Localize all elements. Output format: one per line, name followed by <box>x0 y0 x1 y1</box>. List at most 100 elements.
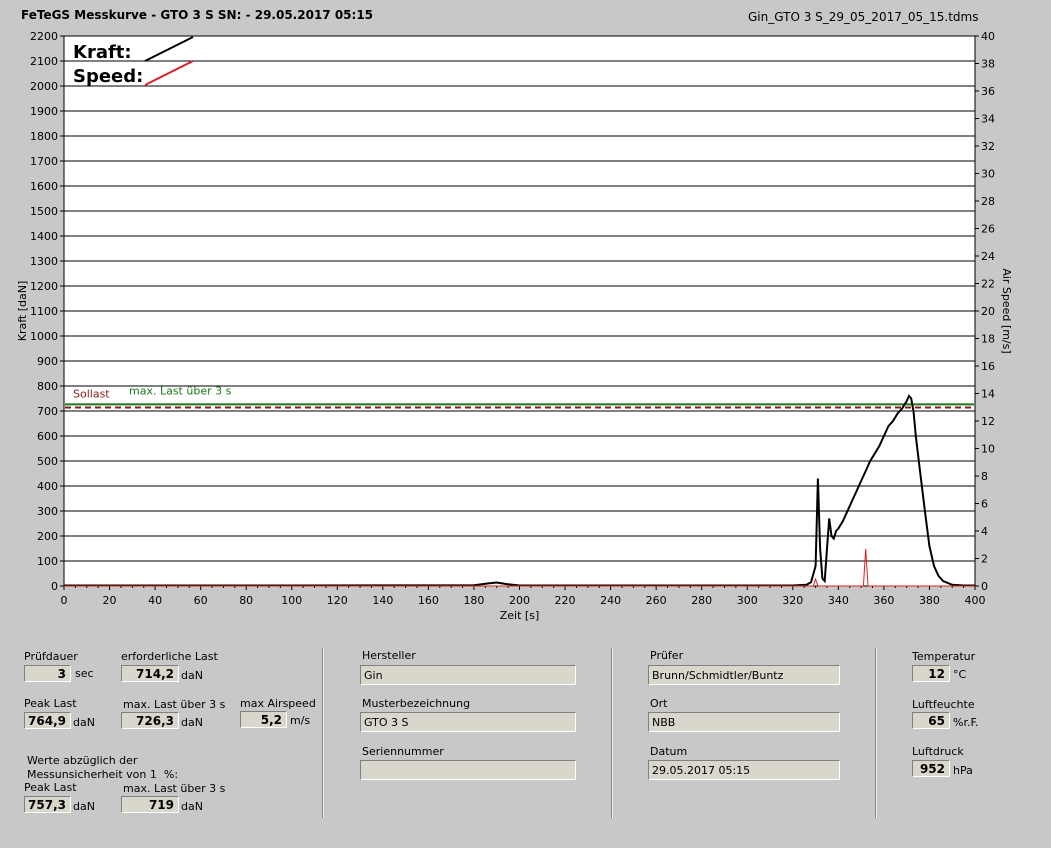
pruefer-label: Prüfer <box>650 649 684 662</box>
y-tick-label: 900 <box>37 355 58 368</box>
y-tick-label: 800 <box>37 380 58 393</box>
max-last-corr-value: 719 <box>121 796 179 813</box>
separator-2 <box>611 648 613 818</box>
y-tick-label: 700 <box>37 405 58 418</box>
max-airspeed-value: 5,2 <box>240 711 287 728</box>
y-tick-label: 1100 <box>30 305 58 318</box>
y-tick-label: 1400 <box>30 230 58 243</box>
x-tick-label: 320 <box>782 594 803 607</box>
luftfeuchte-value: 65 <box>912 712 950 729</box>
musterbezeichnung-field: GTO 3 S <box>360 712 576 732</box>
temperatur-label: Temperatur <box>912 650 976 663</box>
datum-field: 29.05.2017 05:15 <box>648 760 840 780</box>
luftfeuchte-label: Luftfeuchte <box>912 698 975 711</box>
x-tick-label: 280 <box>691 594 712 607</box>
y-tick-label: 2000 <box>30 80 58 93</box>
y2-tick-label: 8 <box>981 470 988 483</box>
max-airspeed-unit: m/s <box>290 714 311 727</box>
x-tick-label: 80 <box>239 594 253 607</box>
y-tick-label: 2100 <box>30 55 58 68</box>
erforderliche-last-value: 714,2 <box>121 665 179 682</box>
y-tick-label: 1500 <box>30 205 58 218</box>
x-tick-label: 140 <box>372 594 393 607</box>
x-tick-label: 20 <box>103 594 117 607</box>
y2-tick-label: 2 <box>981 553 988 566</box>
y2-tick-label: 0 <box>981 580 988 593</box>
y-tick-label: 200 <box>37 530 58 543</box>
y2-tick-label: 36 <box>981 85 995 98</box>
x-tick-label: 120 <box>327 594 348 607</box>
hersteller-field: Gin <box>360 665 576 685</box>
x-tick-label: 60 <box>194 594 208 607</box>
y2-tick-label: 24 <box>981 250 995 263</box>
separator-3 <box>875 648 877 818</box>
peak-last-corr-label: Peak Last <box>24 781 77 794</box>
seriennummer-field <box>360 760 576 780</box>
y-tick-label: 1700 <box>30 155 58 168</box>
erforderliche-last-label: erforderliche Last <box>121 650 218 663</box>
y2-tick-label: 20 <box>981 305 995 318</box>
y-tick-label: 1800 <box>30 130 58 143</box>
y2-tick-label: 38 <box>981 58 995 71</box>
measurement-chart: 0100200300400500600700800900100011001200… <box>16 30 1013 622</box>
y-tick-label: 2200 <box>30 30 58 43</box>
y-tick-label: 500 <box>37 455 58 468</box>
y-tick-label: 1600 <box>30 180 58 193</box>
x-tick-label: 180 <box>463 594 484 607</box>
y-tick-label: 1200 <box>30 280 58 293</box>
pruefdauer-label: Prüfdauer <box>24 650 78 663</box>
seriennummer-label: Seriennummer <box>362 745 444 758</box>
legend-label: Speed: <box>73 66 143 87</box>
temperatur-value: 12 <box>912 665 950 682</box>
y-axis-label: Kraft [daN] <box>16 281 29 342</box>
x-tick-label: 220 <box>555 594 576 607</box>
max-airspeed-label: max Airspeed <box>240 697 316 710</box>
y2-tick-label: 34 <box>981 113 995 126</box>
max-last-label: max. Last über 3 s <box>123 698 226 711</box>
peak-last-corr-unit: daN <box>73 800 95 813</box>
x-tick-label: 160 <box>418 594 439 607</box>
y-tick-label: 1900 <box>30 105 58 118</box>
y2-axis-label: Air Speed [m/s] <box>1000 268 1013 353</box>
ort-field: NBB <box>648 712 840 732</box>
x-tick-label: 360 <box>873 594 894 607</box>
y-tick-label: 100 <box>37 555 58 568</box>
x-tick-label: 300 <box>737 594 758 607</box>
peak-last-value: 764,9 <box>24 712 71 729</box>
luftfeuchte-unit: %r.F. <box>953 716 979 729</box>
peak-last-label: Peak Last <box>24 697 77 710</box>
y2-tick-label: 4 <box>981 525 988 538</box>
datum-label: Datum <box>650 745 688 758</box>
musterbezeichnung-label: Musterbezeichnung <box>362 697 471 710</box>
y2-tick-label: 6 <box>981 498 988 511</box>
y-tick-label: 1000 <box>30 330 58 343</box>
y-tick-label: 600 <box>37 430 58 443</box>
y2-tick-label: 22 <box>981 278 995 291</box>
uncertainty-note: Werte abzüglich der Messunsicherheit von… <box>27 754 179 781</box>
x-tick-label: 40 <box>148 594 162 607</box>
pruefer-field: Brunn/Schmidtler/Buntz <box>648 665 840 685</box>
y2-tick-label: 26 <box>981 223 995 236</box>
y2-tick-label: 40 <box>981 30 995 43</box>
temperatur-unit: °C <box>953 668 967 681</box>
pruefdauer-unit: sec <box>75 667 94 680</box>
x-tick-label: 100 <box>281 594 302 607</box>
luftdruck-unit: hPa <box>953 764 973 777</box>
y-tick-label: 300 <box>37 505 58 518</box>
x-tick-label: 240 <box>600 594 621 607</box>
y2-tick-label: 32 <box>981 140 995 153</box>
x-tick-label: 260 <box>646 594 667 607</box>
max-last-corr-unit: daN <box>181 800 203 813</box>
y-tick-label: 0 <box>51 580 58 593</box>
x-axis-label: Zeit [s] <box>500 609 539 622</box>
ort-label: Ort <box>650 697 668 710</box>
y2-tick-label: 10 <box>981 443 995 456</box>
y2-tick-label: 28 <box>981 195 995 208</box>
max-last-value: 726,3 <box>121 712 179 729</box>
peak-last-unit: daN <box>73 716 95 729</box>
y2-tick-label: 14 <box>981 388 995 401</box>
x-tick-label: 340 <box>828 594 849 607</box>
y2-tick-label: 12 <box>981 415 995 428</box>
y2-tick-label: 18 <box>981 333 995 346</box>
x-tick-label: 380 <box>919 594 940 607</box>
